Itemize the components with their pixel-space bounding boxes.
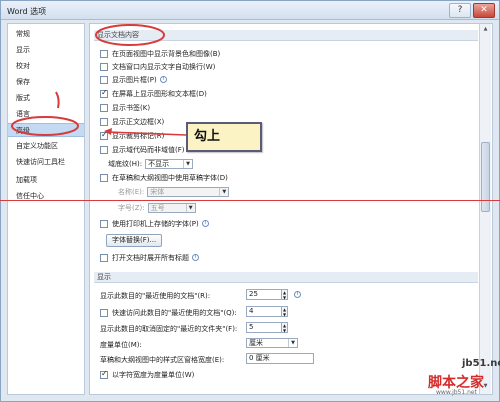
annotation-arrow-head xyxy=(104,128,112,135)
annotation-circle-advanced xyxy=(11,116,79,136)
watermark-logo: jb51.net 脚本之家 www.jb51.net xyxy=(418,358,500,398)
annotation-circle-header xyxy=(95,24,165,46)
watermark-url: www.jb51.net xyxy=(436,389,477,396)
annotation-stroke xyxy=(55,91,60,109)
divider-line xyxy=(0,200,500,201)
annotation-arrow-line xyxy=(107,131,187,136)
annotation-overlay xyxy=(11,24,187,136)
watermark-site: jb51.net xyxy=(462,358,500,369)
callout-note: 勾上 xyxy=(186,122,262,152)
